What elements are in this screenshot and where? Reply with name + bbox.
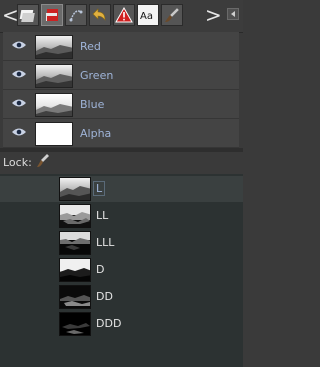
mask-label: D [96, 263, 105, 276]
layers-tab[interactable] [17, 4, 39, 26]
mask-thumbnail [59, 231, 91, 255]
text-icon: Aa [140, 11, 153, 22]
undo-history-tab[interactable] [89, 4, 111, 26]
mask-row[interactable]: DD [0, 284, 243, 310]
undo-history-icon [92, 8, 106, 21]
channel-thumbnail [35, 93, 73, 117]
channel-row-alpha[interactable]: Alpha [3, 119, 239, 148]
paths-icon [69, 10, 83, 22]
channel-masks-list: L LL LLL D DD DDD [0, 174, 243, 367]
mask-row[interactable]: D [0, 257, 243, 283]
tab-menu-icon[interactable] [227, 8, 239, 20]
channel-thumbnail [35, 64, 73, 88]
channel-label: Blue [80, 98, 105, 111]
mask-thumbnail [59, 258, 91, 282]
mask-thumbnail [59, 285, 91, 309]
channel-label: Red [80, 40, 101, 53]
channel-row-green[interactable]: Green [3, 61, 239, 90]
mask-label: LL [96, 209, 109, 222]
eye-icon[interactable] [12, 40, 26, 50]
scroll-tabs-right-icon[interactable]: > [205, 3, 222, 27]
lock-bar: Lock: [0, 152, 243, 174]
fonts-tab[interactable]: Aa [137, 4, 159, 26]
mask-row[interactable]: LLL [0, 230, 243, 256]
mask-label: DDD [96, 317, 122, 330]
channels-tab[interactable] [41, 4, 63, 26]
mask-row[interactable]: LL [0, 203, 243, 229]
channel-thumbnail [35, 35, 73, 59]
brush-icon [165, 7, 180, 22]
channel-row-blue[interactable]: Blue [3, 90, 239, 119]
mask-row[interactable]: DDD [0, 311, 243, 337]
mask-label: L [92, 181, 106, 196]
mask-thumbnail [59, 204, 91, 228]
mask-thumbnail [59, 177, 91, 201]
panel-toolbar: < Aa > [0, 0, 243, 33]
eye-icon[interactable] [12, 69, 26, 79]
scroll-tabs-left-icon[interactable]: < [2, 3, 19, 27]
layers-icon [19, 10, 35, 22]
warning-icon [115, 6, 133, 23]
channels-icon [46, 9, 58, 21]
lock-pixels-brush-icon[interactable] [36, 153, 50, 169]
mask-thumbnail [59, 312, 91, 336]
channel-label: Green [80, 69, 114, 82]
pointer-info-tab[interactable] [113, 4, 135, 26]
mask-label: DD [96, 290, 113, 303]
eye-icon[interactable] [12, 98, 26, 108]
eye-icon[interactable] [12, 127, 26, 137]
channels-list: Red Green Blue Alpha [3, 32, 239, 148]
channel-row-red[interactable]: Red [3, 32, 239, 61]
channel-thumbnail [35, 122, 73, 146]
brushes-tab[interactable] [161, 4, 183, 26]
mask-row[interactable]: L [0, 176, 243, 202]
channel-label: Alpha [80, 127, 112, 140]
mask-label: LLL [96, 236, 115, 249]
svg-text:Aa: Aa [140, 11, 153, 22]
lock-label: Lock: [3, 156, 32, 169]
paths-tab[interactable] [65, 4, 87, 26]
